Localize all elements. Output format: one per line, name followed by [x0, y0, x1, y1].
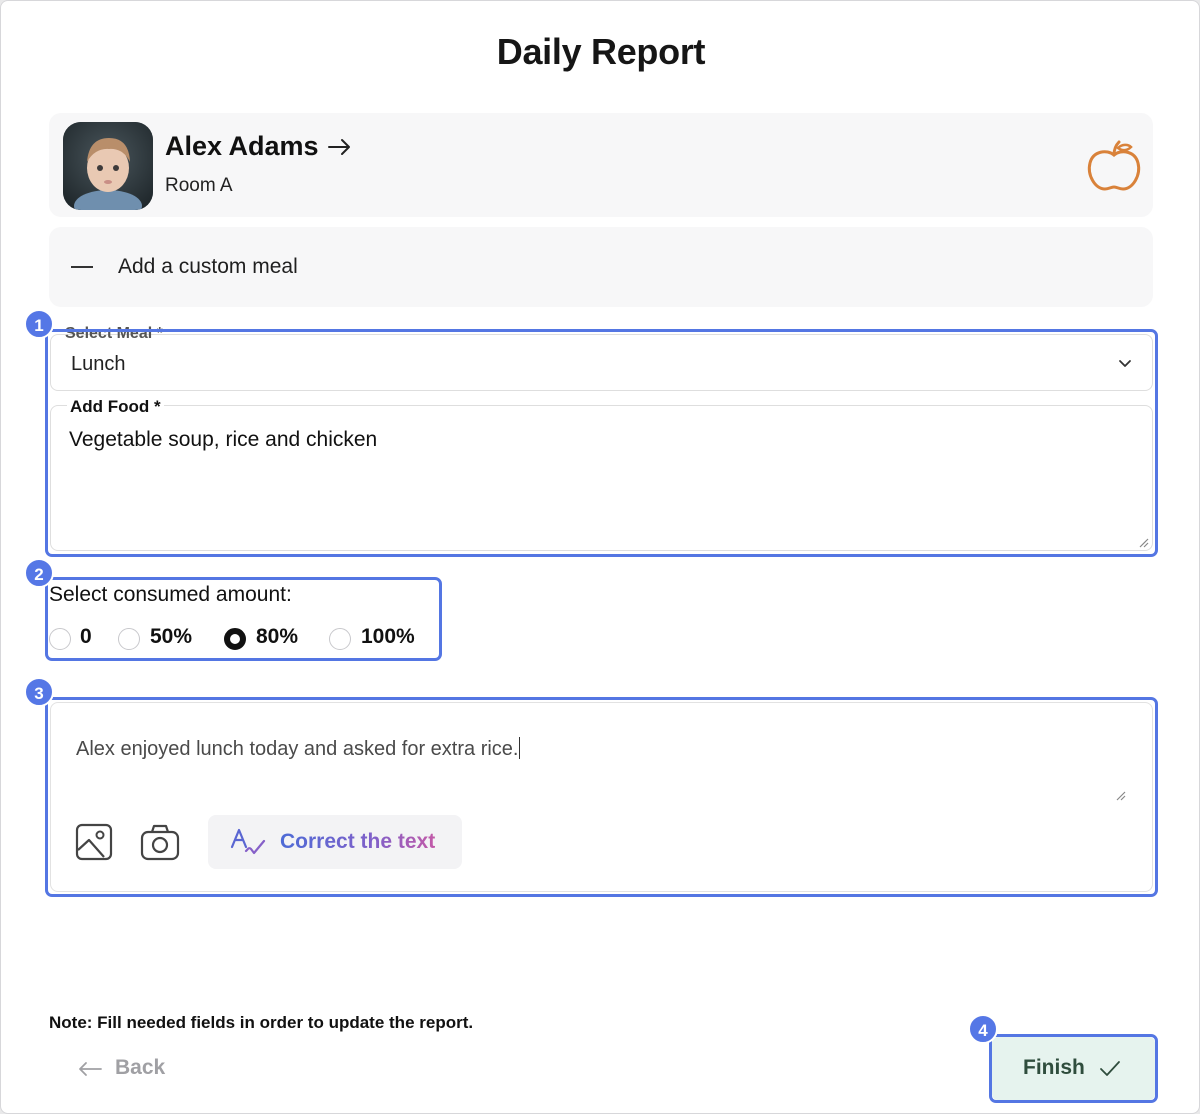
highlight-box-4	[989, 1034, 1158, 1103]
child-card[interactable]: Alex Adams Room A	[49, 113, 1153, 217]
step-badge-4: 4	[968, 1014, 998, 1044]
footer-note: Note: Fill needed fields in order to upd…	[49, 1013, 474, 1032]
highlight-box-2	[45, 577, 442, 661]
step-badge-1: 1	[24, 309, 54, 339]
highlight-box-1	[45, 329, 1158, 557]
back-label: Back	[115, 1056, 166, 1079]
highlight-box-3	[45, 697, 1158, 897]
apple-icon	[1087, 140, 1141, 191]
add-custom-meal-toggle[interactable]: Add a custom meal	[49, 227, 1153, 307]
arrow-left-icon	[79, 1062, 102, 1076]
step-badge-3: 3	[24, 677, 54, 707]
step-badge-2: 2	[24, 558, 54, 588]
page-title: Daily Report	[496, 31, 706, 72]
avatar	[63, 122, 153, 210]
arrow-right-icon[interactable]	[327, 134, 353, 160]
minus-icon[interactable]	[71, 266, 93, 268]
report-dialog: Daily Report Alex Adams Room A Add a cus…	[0, 0, 1200, 1114]
child-name[interactable]: Alex Adams	[165, 131, 319, 162]
custom-meal-label: Add a custom meal	[118, 255, 298, 278]
child-room: Room A	[165, 175, 233, 196]
